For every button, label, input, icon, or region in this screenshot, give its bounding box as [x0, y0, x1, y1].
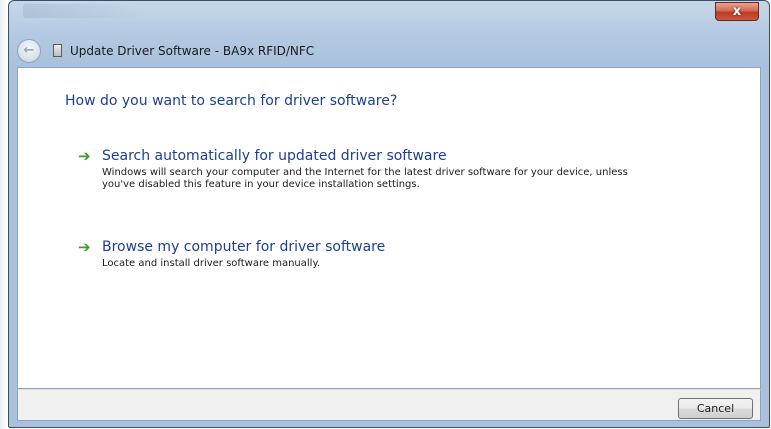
option-description-browse-computer: Locate and install driver software manua…	[102, 258, 321, 269]
page-heading: How do you want to search for driver sof…	[65, 93, 398, 109]
window-titlebar[interactable]: x	[9, 1, 769, 37]
green-arrow-icon: ➔	[78, 238, 91, 256]
option-description-search-automatically: Windows will search your computer and th…	[102, 167, 628, 190]
green-arrow-icon: ➔	[78, 147, 91, 165]
close-button[interactable]: x	[715, 2, 759, 21]
titlebar-glass-reflection	[23, 4, 143, 18]
dialog-footer: Cancel	[17, 389, 761, 421]
update-driver-dialog: x ← Update Driver Software - BA9x RFID/N…	[8, 0, 770, 428]
dialog-content: How do you want to search for driver sof…	[17, 67, 761, 389]
close-icon: x	[732, 4, 742, 19]
device-icon	[53, 44, 62, 57]
cancel-button[interactable]: Cancel	[678, 398, 753, 419]
desktop-background	[0, 0, 8, 429]
back-arrow-icon: ←	[23, 43, 35, 58]
back-button[interactable]: ←	[17, 39, 41, 63]
option-title-browse-computer[interactable]: Browse my computer for driver software	[102, 238, 385, 256]
dialog-title: Update Driver Software - BA9x RFID/NFC	[70, 44, 315, 58]
option-title-search-automatically[interactable]: Search automatically for updated driver …	[102, 147, 447, 165]
